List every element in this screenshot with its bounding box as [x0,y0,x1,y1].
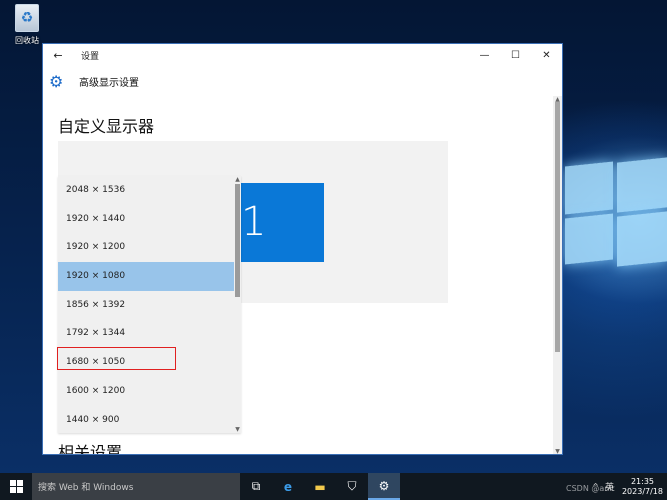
windows-start-icon [9,480,23,493]
page-scroll-down-icon[interactable]: ▼ [553,448,562,454]
resolution-option[interactable]: 1792 × 1344 [58,319,241,348]
settings-content: 自定义显示器 1 2048 × 1536 1920 × 1440 1920 × 12… [43,96,562,455]
recycle-bin-label: 回收站 [15,36,39,45]
page-title: 高级显示设置 [79,77,139,89]
recycle-bin-icon: ♻ [15,4,39,32]
page-scrollbar[interactable]: ▲ ▼ [553,96,562,454]
page-scroll-thumb[interactable] [555,102,560,352]
scroll-down-icon[interactable]: ▼ [234,426,241,433]
resolution-option[interactable]: 1440 × 900 [58,406,241,435]
resolution-option[interactable]: 1920 × 1080 [58,262,241,291]
back-arrow-icon[interactable]: ← [43,49,73,62]
task-view-icon[interactable]: ⧉ [240,473,272,500]
resolution-dropdown-list[interactable]: 2048 × 1536 1920 × 1440 1920 × 1200 1920 × … [57,176,241,435]
windows-logo-wallpaper [563,157,667,267]
watermark: CSDN @anlt [566,484,615,493]
clock-time: 21:35 [630,476,655,486]
settings-taskbar-icon[interactable]: ⚙ [368,473,400,500]
window-title: 设置 [81,51,100,62]
clock-date: 2023/7/18 [621,486,663,496]
minimize-button[interactable]: — [469,44,500,66]
maximize-button[interactable]: ☐ [500,44,531,66]
related-settings-heading: 相关设置 [58,443,123,455]
monitor-1-tile[interactable]: 1 [239,183,324,262]
file-explorer-icon[interactable]: ▬ [304,473,336,500]
selection-highlight-box [57,347,176,370]
resolution-option[interactable]: 1856 × 1392 [58,291,241,320]
scroll-up-icon[interactable]: ▲ [234,176,241,183]
resolution-option[interactable]: 1600 × 1200 [58,377,241,406]
clock[interactable]: 21:35 2023/7/18 [622,477,663,497]
recycle-bin-shortcut[interactable]: ♻ 回收站 [8,4,46,46]
edge-browser-icon[interactable]: e [272,473,304,500]
resolution-list-scrollbar[interactable]: ▲ ▼ [234,176,241,433]
resolution-option[interactable]: 2048 × 1536 [58,176,241,205]
customize-display-heading: 自定义显示器 [58,117,155,136]
store-icon[interactable]: ⛉ [336,473,368,500]
title-bar[interactable]: ← 设置 — ☐ ✕ [43,44,562,66]
start-button[interactable] [0,473,32,500]
scroll-thumb[interactable] [235,184,240,297]
settings-header: ⚙ 高级显示设置 [43,66,562,96]
window-controls: — ☐ ✕ [469,44,562,66]
gear-icon: ⚙ [49,71,64,91]
taskbar-search-box[interactable]: 搜索 Web 和 Windows [32,473,240,500]
settings-window: ← 设置 — ☐ ✕ ⚙ 高级显示设置 自定义显示器 1 2048 × 1536… [42,43,563,455]
resolution-option[interactable]: 1920 × 1440 [58,205,241,234]
close-button[interactable]: ✕ [531,44,562,66]
resolution-option[interactable]: 1920 × 1200 [58,233,241,262]
